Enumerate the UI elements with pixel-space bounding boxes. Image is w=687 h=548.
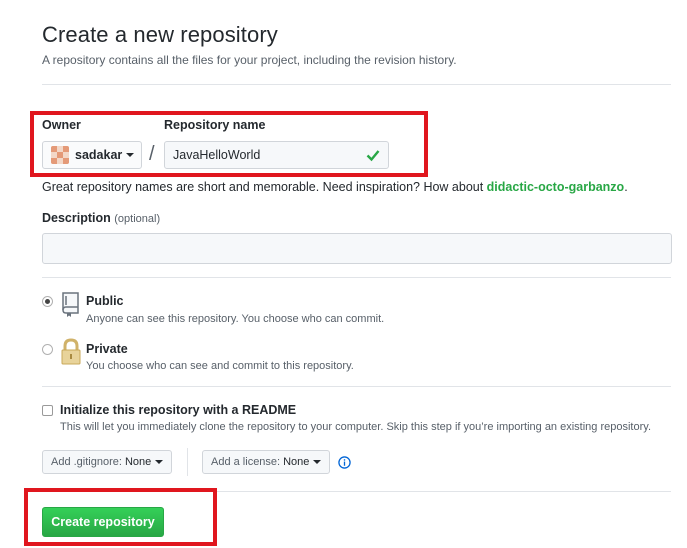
readme-note: This will let you immediately clone the … — [60, 421, 651, 433]
caret-down-icon — [313, 460, 322, 464]
divider-top — [42, 84, 671, 85]
gitignore-value: None — [124, 456, 152, 468]
highlight-box-name — [30, 111, 428, 177]
highlight-box-submit — [24, 488, 217, 546]
readme-checkbox[interactable] — [42, 405, 53, 416]
radio-public[interactable] — [42, 296, 53, 307]
private-title: Private — [86, 342, 128, 356]
private-note: You choose who can see and commit to thi… — [86, 360, 354, 372]
dropdown-separator — [187, 448, 188, 476]
description-label-text: Description — [42, 211, 111, 225]
public-title: Public — [86, 294, 124, 308]
info-icon[interactable] — [338, 456, 351, 469]
caret-down-icon — [155, 460, 164, 464]
name-hint-text: Great repository names are short and mem… — [42, 180, 487, 194]
gitignore-label: Add .gitignore: — [51, 456, 122, 468]
public-note: Anyone can see this repository. You choo… — [86, 313, 385, 325]
description-input[interactable] — [42, 233, 672, 264]
name-hint-end: . — [624, 180, 628, 194]
license-value: None — [283, 456, 310, 468]
page-title: Create a new repository — [42, 22, 278, 47]
repo-book-icon — [62, 292, 79, 317]
name-hint: Great repository names are short and mem… — [42, 180, 628, 194]
readme-title: Initialize this repository with a README — [60, 403, 297, 417]
license-label: Add a license: — [211, 456, 281, 468]
page-subtitle: A repository contains all the files for … — [42, 53, 457, 67]
divider-readme — [42, 386, 671, 387]
description-label: Description (optional) — [42, 211, 160, 225]
radio-private[interactable] — [42, 344, 53, 355]
lock-icon — [61, 338, 81, 365]
name-suggestion-link[interactable]: didactic-octo-garbanzo — [487, 180, 625, 194]
license-dropdown[interactable]: Add a license: None — [202, 450, 331, 474]
optional-tag: (optional) — [114, 213, 161, 225]
gitignore-dropdown[interactable]: Add .gitignore: None — [42, 450, 173, 474]
divider-visibility — [42, 277, 671, 278]
